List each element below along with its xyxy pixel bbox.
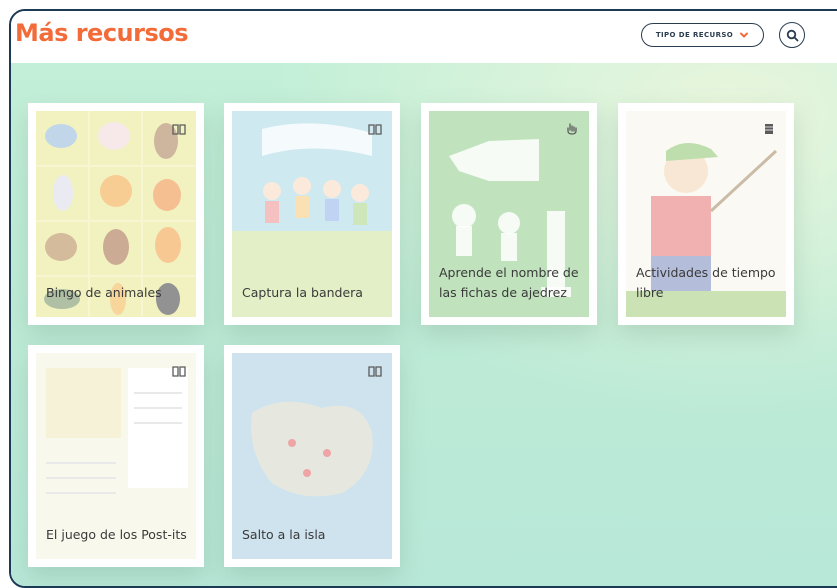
search-button[interactable] [779, 22, 805, 48]
resource-card-salto-a-la-isla[interactable]: Salto a la isla [224, 345, 400, 567]
book-icon [172, 366, 186, 377]
card-title: Captura la bandera [242, 285, 363, 300]
book-icon [172, 124, 186, 135]
search-icon [786, 29, 798, 41]
resource-card-captura-la-bandera[interactable]: Captura la bandera [224, 103, 400, 325]
resource-card-actividades-tiempo-libre[interactable]: Actividades de tiempo libre [618, 103, 794, 325]
resources-grid: Bingo de animales Captura la bandera Apr… [11, 63, 837, 586]
resource-card-post-its[interactable]: El juego de los Post-its [28, 345, 204, 567]
resource-card-bingo-de-animales[interactable]: Bingo de animales [28, 103, 204, 325]
page-title: Más recursos [15, 19, 189, 47]
card-title: Salto a la isla [242, 527, 326, 542]
resource-card-ajedrez[interactable]: Aprende el nombre de las fichas de ajedr… [421, 103, 597, 325]
book-icon [368, 124, 382, 135]
stack-icon [765, 124, 773, 134]
app-frame: Más recursos TIPO DE RECURSO Bingo de an… [9, 9, 837, 588]
card-title: El juego de los Post-its [46, 527, 187, 542]
card-title: Bingo de animales [46, 285, 162, 300]
filter-label: TIPO DE RECURSO [655, 31, 734, 39]
hand-icon [567, 123, 577, 135]
book-icon [368, 366, 382, 377]
card-title: Actividades de tiempo libre [636, 265, 776, 300]
card-title: Aprende el nombre de las fichas de ajedr… [439, 265, 579, 300]
resource-type-filter-button[interactable]: TIPO DE RECURSO [641, 23, 764, 47]
header: Más recursos TIPO DE RECURSO [11, 11, 837, 63]
chevron-down-icon [740, 32, 749, 38]
